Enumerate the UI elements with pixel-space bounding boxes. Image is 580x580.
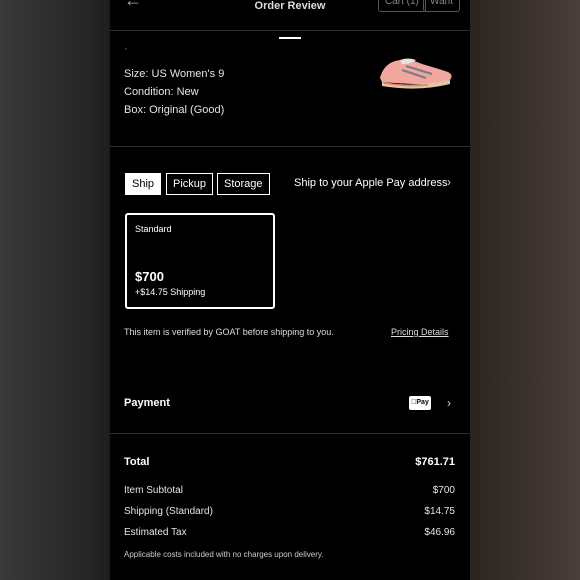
estimated-tax-label: Estimated Tax: [124, 527, 187, 538]
applicable-costs-note: Applicable costs included with no charge…: [124, 550, 324, 559]
order-review-screen: ← Order Review Cart (1) Want · Size: US …: [110, 0, 470, 580]
shipping-label: Shipping (Standard): [124, 506, 213, 517]
item-subtotal-value: $700: [432, 485, 455, 496]
background-right: [470, 0, 580, 580]
standard-label: Standard: [135, 224, 172, 234]
standard-price: $700: [135, 269, 164, 284]
pricing-details-link[interactable]: Pricing Details: [391, 327, 449, 337]
header: ← Order Review Cart (1) Want: [110, 0, 470, 31]
chevron-right-icon[interactable]: ›: [447, 396, 451, 410]
apple-pay-icon: Pay: [409, 396, 431, 410]
total-value: $761.71: [415, 456, 455, 468]
standard-shipping-cost: +$14.75 Shipping: [135, 287, 206, 297]
product-size: Size: US Women's 9: [124, 68, 225, 80]
option-pickup[interactable]: Pickup: [166, 173, 214, 195]
chevron-right-icon[interactable]: ›: [447, 175, 451, 189]
standard-shipping-card[interactable]: Standard $700 +$14.75 Shipping: [125, 213, 275, 309]
ship-to-address[interactable]: Ship to your Apple Pay address: [294, 177, 447, 189]
payment-label[interactable]: Payment: [124, 397, 170, 409]
product-box: Box: Original (Good): [124, 104, 225, 116]
divider: [110, 433, 470, 434]
sneaker-image: [380, 58, 452, 89]
option-ship[interactable]: Ship: [125, 173, 162, 195]
cart-button[interactable]: Cart (1): [378, 0, 426, 12]
want-button[interactable]: Want: [423, 0, 460, 12]
background-left: [0, 0, 110, 580]
shipping-value: $14.75: [424, 506, 455, 517]
estimated-tax-value: $46.96: [424, 527, 455, 538]
verification-text: This item is verified by GOAT before shi…: [124, 327, 334, 337]
option-storage[interactable]: Storage: [217, 173, 270, 195]
item-subtotal-label: Item Subtotal: [124, 485, 183, 496]
product-title-fragment: ·: [124, 43, 128, 55]
page-indicator: [279, 37, 301, 39]
divider: [110, 146, 470, 147]
product-condition: Condition: New: [124, 86, 199, 98]
total-label: Total: [124, 456, 150, 468]
